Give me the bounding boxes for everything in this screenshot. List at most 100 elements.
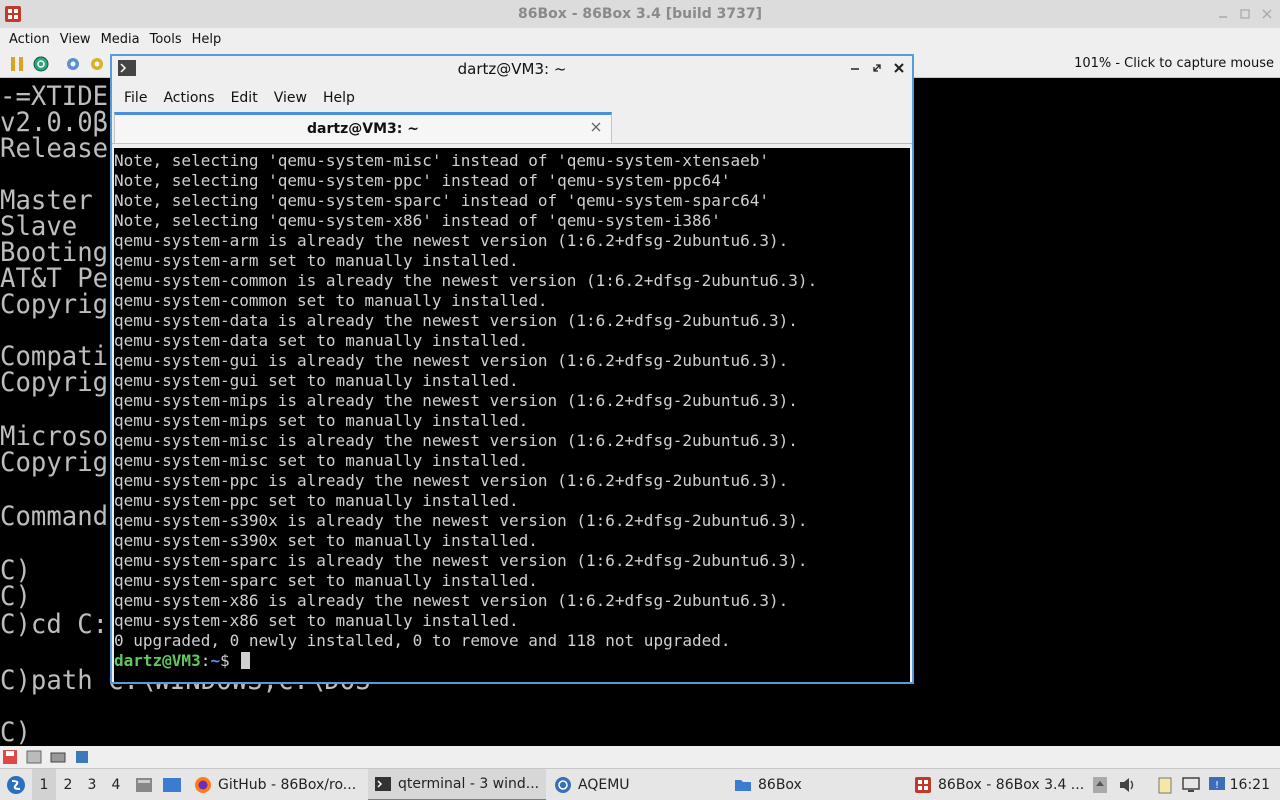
tab-terminal[interactable]: dartz@VM3: ~ — [114, 112, 612, 144]
terminal-line: qemu-system-misc is already the newest v… — [114, 431, 798, 450]
cad-icon[interactable] — [88, 55, 106, 73]
terminal-line: qemu-system-mips is already the newest v… — [114, 391, 798, 410]
text-cursor — [240, 652, 250, 669]
minimize-icon[interactable] — [1218, 8, 1228, 18]
aqemu-icon — [555, 777, 571, 793]
firefox-icon — [195, 777, 211, 793]
terminal-line: qemu-system-sparc set to manually instal… — [114, 571, 538, 590]
task-label: 86Box — [758, 777, 802, 793]
menu-view[interactable]: View — [55, 32, 96, 47]
clock[interactable]: 16:21 — [1230, 769, 1270, 800]
qterminal-tabbar: dartz@VM3: ~ — [112, 112, 912, 144]
package-updates-icon[interactable] — [1092, 776, 1108, 794]
terminal-line: qemu-system-ppc is already the newest ve… — [114, 471, 789, 490]
show-desktop-icon[interactable] — [134, 775, 154, 795]
task-label: GitHub - 86Box/ro... — [218, 777, 357, 793]
task-86box[interactable]: 86Box - 86Box 3.4 ... — [912, 769, 1084, 800]
dos-line: Microso — [0, 421, 109, 452]
terminal-line: qemu-system-misc set to manually install… — [114, 451, 529, 470]
terminal-line: Note, selecting 'qemu-system-misc' inste… — [114, 151, 770, 170]
maximize-icon[interactable] — [1240, 8, 1250, 19]
task-qterminal[interactable]: qterminal - 3 wind... — [368, 769, 546, 800]
terminal-line: qemu-system-s390x is already the newest … — [114, 511, 808, 530]
menu-file[interactable]: File — [116, 90, 155, 106]
task-86box-folder[interactable]: 86Box — [732, 769, 902, 800]
task-label: AQEMU — [578, 777, 630, 793]
prompt-symbol: $ — [219, 651, 230, 670]
86box-menubar: Action View Media Tools Help — [0, 28, 1280, 50]
prompt-user-host: dartz@VM3 — [114, 651, 201, 670]
start-menu-icon[interactable] — [6, 775, 26, 795]
tab-label: dartz@VM3: ~ — [307, 121, 419, 137]
menu-actions[interactable]: Actions — [155, 90, 222, 106]
terminal-line: qemu-system-common is already the newest… — [114, 271, 818, 290]
close-icon[interactable] — [892, 61, 906, 75]
terminal-line: qemu-system-x86 is already the newest ve… — [114, 591, 789, 610]
terminal-icon — [375, 777, 391, 791]
dos-line: AT&T Pe — [0, 263, 109, 294]
dos-line: -=XTIDE — [0, 81, 109, 112]
dos-line: Copyrig — [0, 367, 109, 398]
floppy-icon[interactable] — [2, 749, 18, 765]
dos-line: C) — [0, 581, 31, 612]
network-icon[interactable] — [50, 749, 66, 765]
terminal-line: qemu-system-gui is already the newest ve… — [114, 351, 789, 370]
prompt-line[interactable]: dartz@VM3: ~ $ — [114, 651, 910, 671]
86box-titlebar[interactable]: 86Box - 86Box 3.4 [build 3737] — [0, 0, 1280, 28]
settings-icon[interactable] — [64, 55, 82, 73]
volume-icon[interactable] — [1118, 776, 1136, 794]
workspace-1[interactable]: 1 — [32, 769, 56, 800]
terminal-output[interactable]: Note, selecting 'qemu-system-misc' inste… — [114, 148, 910, 682]
dos-line: C) — [0, 555, 31, 586]
hdd-icon[interactable] — [26, 749, 42, 765]
capture-hint[interactable]: 101% - Click to capture mouse — [1074, 56, 1274, 71]
terminal-line: qemu-system-data set to manually install… — [114, 331, 529, 350]
terminal-line: qemu-system-data is already the newest v… — [114, 311, 798, 330]
menu-tools[interactable]: Tools — [145, 32, 187, 47]
svg-text:!: ! — [1215, 780, 1219, 791]
terminal-line: 0 upgraded, 0 newly installed, 0 to remo… — [114, 631, 731, 650]
display-icon[interactable] — [1182, 776, 1200, 794]
terminal-line: Note, selecting 'qemu-system-ppc' instea… — [114, 171, 731, 190]
terminal-lines: Note, selecting 'qemu-system-misc' inste… — [114, 151, 910, 651]
tab-close-icon[interactable] — [589, 120, 603, 134]
terminal-line: qemu-system-gui set to manually installe… — [114, 371, 519, 390]
terminal-line: qemu-system-s390x set to manually instal… — [114, 531, 538, 550]
dos-line: Master — [0, 185, 93, 216]
hard-reset-icon[interactable] — [32, 55, 50, 73]
clipboard-icon[interactable] — [1156, 776, 1174, 794]
menu-edit[interactable]: Edit — [223, 90, 266, 106]
network-status-icon[interactable]: ! — [1208, 775, 1226, 793]
dos-line: Copyrig — [0, 447, 109, 478]
dos-line: Booting — [0, 237, 109, 268]
dos-line: Command — [0, 501, 109, 532]
terminal-line: qemu-system-arm is already the newest ve… — [114, 231, 789, 250]
pause-icon[interactable] — [8, 55, 26, 73]
workspace-4[interactable]: 4 — [104, 769, 128, 800]
terminal-line: qemu-system-mips set to manually install… — [114, 411, 529, 430]
task-aqemu[interactable]: AQEMU — [552, 769, 722, 800]
close-icon[interactable] — [1262, 8, 1272, 19]
terminal-line: Note, selecting 'qemu-system-sparc' inst… — [114, 191, 770, 210]
task-firefox[interactable]: GitHub - 86Box/ro... — [192, 769, 362, 800]
taskbar: 1 2 3 4 GitHub - 86Box/ro... qterminal -… — [0, 768, 1280, 800]
menu-view[interactable]: View — [266, 90, 315, 106]
terminal-line: Note, selecting 'qemu-system-x86' instea… — [114, 211, 721, 230]
prompt-colon: : — [200, 651, 211, 670]
qterminal-titlebar[interactable]: dartz@VM3: ~ — [112, 56, 912, 82]
sound-icon[interactable] — [74, 749, 90, 765]
menu-help[interactable]: Help — [187, 32, 227, 47]
maximize-icon[interactable] — [870, 61, 884, 75]
qterminal-menubar: File Actions Edit View Help — [112, 84, 912, 112]
menu-action[interactable]: Action — [4, 32, 55, 47]
file-manager-launcher-icon[interactable] — [162, 775, 182, 795]
workspace-2[interactable]: 2 — [56, 769, 80, 800]
dos-line: C)cd C: — [0, 609, 109, 640]
menu-help[interactable]: Help — [315, 90, 363, 106]
86box-icon — [915, 777, 931, 793]
minimize-icon[interactable] — [848, 61, 862, 75]
workspace-3[interactable]: 3 — [80, 769, 104, 800]
dos-line: Compati — [0, 341, 109, 372]
menu-media[interactable]: Media — [96, 32, 145, 47]
86box-statusbar — [0, 746, 1280, 768]
